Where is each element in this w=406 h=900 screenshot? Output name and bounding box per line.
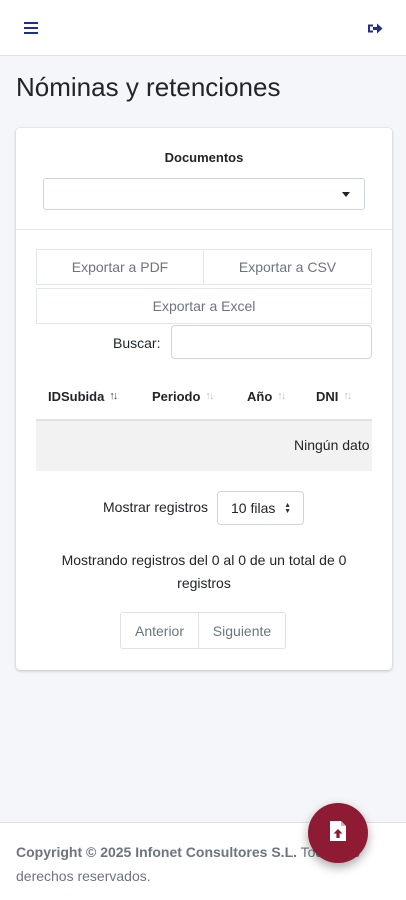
column-label: Periodo	[152, 388, 201, 404]
documents-card: Documentos Exportar a PDF Exportar a CSV…	[16, 128, 392, 670]
page-length-select[interactable]: 10 filas ▲ ▼	[217, 491, 304, 525]
documents-select[interactable]	[43, 178, 365, 210]
column-header-idsubida[interactable]: IDSubida ↑↓	[48, 373, 118, 419]
column-label: DNI	[316, 388, 339, 404]
documents-table: IDSubida ↑↓ Periodo ↑↓ Año ↑↓ DNI ↑↓ Ningún …	[36, 373, 372, 471]
page-title: Nóminas y retenciones	[16, 72, 281, 102]
export-excel-button[interactable]: Exportar a Excel	[36, 288, 372, 324]
column-label: Año	[247, 388, 273, 404]
sort-icon: ↑↓	[277, 390, 286, 402]
select-arrows-icon: ▲ ▼	[284, 502, 291, 515]
table-row: Ningún dato	[36, 421, 372, 471]
search-input[interactable]	[171, 325, 372, 359]
caret-down-icon	[342, 192, 350, 197]
top-navbar	[0, 0, 406, 56]
card-header: Documentos	[16, 128, 392, 230]
documents-label: Documentos	[164, 150, 244, 165]
next-page-button[interactable]: Siguiente	[198, 612, 286, 649]
column-label: IDSubida	[48, 388, 105, 404]
export-pdf-button[interactable]: Exportar a PDF	[36, 249, 204, 285]
column-header-dni[interactable]: DNI ↑↓	[316, 373, 352, 419]
sort-ascending-icon: ↑↓	[109, 390, 118, 402]
sort-icon: ↑↓	[205, 390, 214, 402]
sign-out-icon[interactable]	[363, 16, 387, 40]
copyright-brand: Copyright © 2025 Infonet Consultores S.L…	[16, 844, 298, 860]
empty-table-message: Ningún dato	[294, 437, 370, 453]
file-upload-icon	[329, 820, 347, 847]
column-header-periodo[interactable]: Periodo ↑↓	[152, 373, 214, 419]
column-header-ano[interactable]: Año ↑↓	[247, 373, 286, 419]
search-label: Buscar:	[113, 335, 161, 351]
page-length-value: 10 filas	[231, 500, 276, 516]
hamburger-menu-icon[interactable]	[19, 16, 43, 40]
upload-document-button[interactable]	[308, 803, 368, 863]
export-csv-button[interactable]: Exportar a CSV	[203, 249, 372, 285]
page-length-label: Mostrar registros	[103, 499, 209, 515]
sort-icon: ↑↓	[343, 390, 352, 402]
previous-page-button[interactable]: Anterior	[120, 612, 199, 649]
table-info: Mostrando registros del 0 al 0 de un tot…	[61, 552, 347, 591]
